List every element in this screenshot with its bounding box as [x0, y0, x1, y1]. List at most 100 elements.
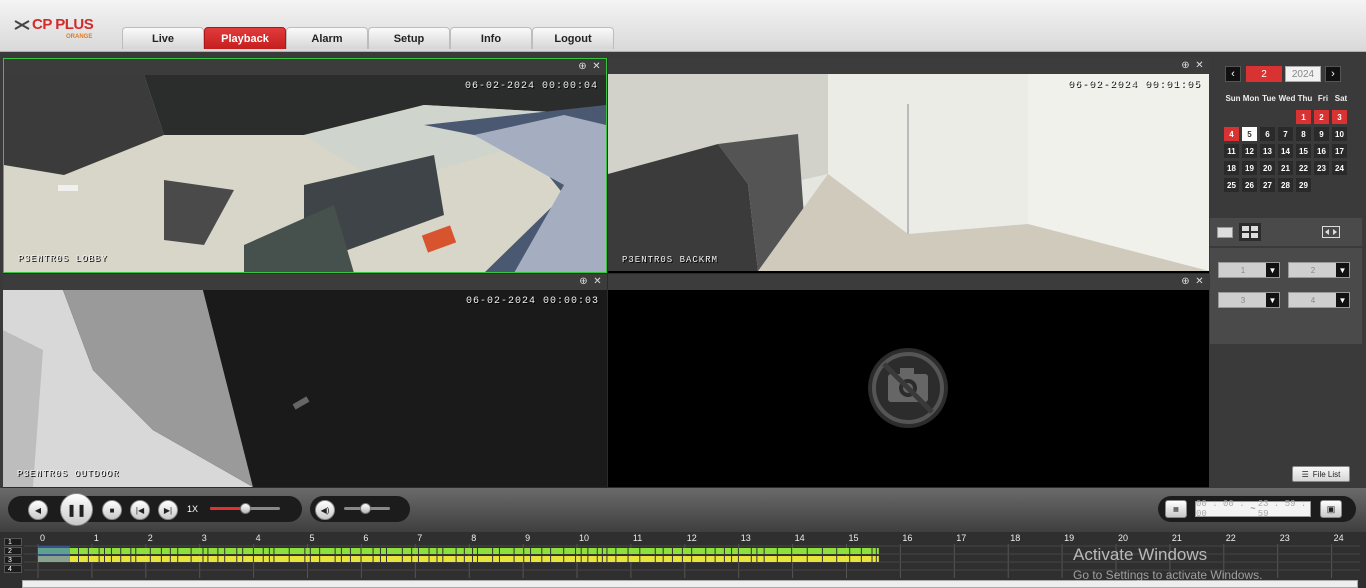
- hour-tick-label: 23: [1280, 533, 1290, 543]
- playback-controls: ◀ ❚❚ ■ |◀ ▶| 1X ◀) ▦ 00 : 00 : 00 ~ 23 :…: [0, 488, 1366, 532]
- recording-gap: [304, 548, 306, 562]
- single-view-icon[interactable]: [1214, 223, 1236, 241]
- pause-button[interactable]: ❚❚: [60, 493, 93, 526]
- channel-select-3[interactable]: 3 ▼: [1218, 292, 1280, 308]
- calendar-day[interactable]: 5: [1242, 127, 1257, 141]
- calendar-day[interactable]: 23: [1314, 161, 1329, 175]
- calendar-day[interactable]: 19: [1242, 161, 1257, 175]
- calendar-day[interactable]: 14: [1278, 144, 1293, 158]
- time-range-field[interactable]: 00 : 00 : 00 ~ 23 : 59 : 59: [1195, 499, 1311, 519]
- close-icon[interactable]: ✕: [592, 276, 603, 287]
- calendar-weekdays: Sun Mon Tue Wed Thu Fri Sat: [1224, 94, 1350, 103]
- chevron-left-icon[interactable]: ‹: [1225, 66, 1241, 82]
- calendar-day[interactable]: 9: [1314, 127, 1329, 141]
- video-pane-1[interactable]: ⊕ ✕ 06-02-2024 00:00:04 P3ENTR0S LOBBY: [3, 58, 607, 273]
- hour-tick-label: 3: [202, 533, 207, 543]
- header: CP PLUS ORANGE Live Playback Alarm Setup…: [0, 0, 1366, 52]
- quad-view-icon[interactable]: [1239, 223, 1261, 241]
- row-label: 3: [4, 556, 22, 564]
- row-label: 1: [4, 538, 22, 546]
- calendar-day[interactable]: 25: [1224, 178, 1239, 192]
- tab-live[interactable]: Live: [122, 27, 204, 49]
- recording-gap: [309, 548, 311, 562]
- fullscreen-icon[interactable]: [1320, 223, 1342, 241]
- close-icon[interactable]: ✕: [591, 61, 602, 72]
- close-icon[interactable]: ✕: [1194, 276, 1205, 287]
- file-list-button[interactable]: ☰ File List: [1292, 466, 1350, 482]
- video-pane-4[interactable]: ⊕ ✕: [608, 274, 1209, 487]
- recording-gap: [615, 548, 617, 562]
- zoom-icon[interactable]: ⊕: [578, 276, 589, 287]
- start-time[interactable]: 00 : 00 : 00: [1196, 499, 1248, 519]
- step-back-button[interactable]: |◀: [130, 500, 150, 520]
- calendar-day[interactable]: 11: [1224, 144, 1239, 158]
- zoom-icon[interactable]: ⊕: [1180, 60, 1191, 71]
- row-label: 4: [4, 565, 22, 573]
- camera-feed-outdoor: [3, 290, 607, 487]
- chevron-right-icon[interactable]: ›: [1325, 66, 1341, 82]
- hour-tick-label: 15: [849, 533, 859, 543]
- recording-gap: [476, 548, 478, 562]
- zoom-icon[interactable]: ⊕: [1180, 276, 1191, 287]
- volume-icon[interactable]: ◀): [315, 500, 335, 520]
- calendar-day[interactable]: 27: [1260, 178, 1275, 192]
- stop-button[interactable]: ■: [102, 500, 122, 520]
- tab-logout[interactable]: Logout: [532, 27, 614, 49]
- channel-select-2[interactable]: 2 ▼: [1288, 262, 1350, 278]
- recording-gap: [98, 548, 100, 562]
- calendar-day[interactable]: 26: [1242, 178, 1257, 192]
- channel-select-4[interactable]: 4 ▼: [1288, 292, 1350, 308]
- calendar-day[interactable]: 22: [1296, 161, 1311, 175]
- volume-slider[interactable]: [344, 503, 390, 514]
- close-icon[interactable]: ✕: [1194, 60, 1205, 71]
- calendar-day[interactable]: 29: [1296, 178, 1311, 192]
- calendar-day[interactable]: 7: [1278, 127, 1293, 141]
- calendar-day[interactable]: 21: [1278, 161, 1293, 175]
- calendar-day[interactable]: 17: [1332, 144, 1347, 158]
- calendar-day[interactable]: 20: [1260, 161, 1275, 175]
- calendar-year[interactable]: 2024: [1285, 66, 1321, 82]
- tab-setup[interactable]: Setup: [368, 27, 450, 49]
- hour-tick-label: 21: [1172, 533, 1182, 543]
- calendar-day[interactable]: 24: [1332, 161, 1347, 175]
- calendar-day[interactable]: 2: [1314, 110, 1329, 124]
- tab-playback[interactable]: Playback: [204, 27, 286, 49]
- hour-tick-label: 24: [1334, 533, 1344, 543]
- calendar-day[interactable]: 8: [1296, 127, 1311, 141]
- calendar-day[interactable]: 16: [1314, 144, 1329, 158]
- play-backward-button[interactable]: ◀: [28, 500, 48, 520]
- calendar-day[interactable]: 15: [1296, 144, 1311, 158]
- speed-slider-knob[interactable]: [240, 503, 251, 514]
- end-time[interactable]: 23 : 59 : 59: [1258, 499, 1310, 519]
- calendar-day[interactable]: 12: [1242, 144, 1257, 158]
- calendar-day[interactable]: 13: [1260, 144, 1275, 158]
- calendar-month[interactable]: 2: [1246, 66, 1282, 82]
- hour-tick-label: 16: [902, 533, 912, 543]
- calendar-day[interactable]: 4: [1224, 127, 1239, 141]
- video-pane-2[interactable]: ⊕ ✕ 06-02-2024 00:01:05 P3ENTR0S BACKRM: [608, 58, 1209, 273]
- tab-info[interactable]: Info: [450, 27, 532, 49]
- channel-select-1[interactable]: 1 ▼: [1218, 262, 1280, 278]
- hour-tick-label: 18: [1010, 533, 1020, 543]
- recording-gap: [135, 548, 137, 562]
- volume-slider-knob[interactable]: [359, 503, 371, 514]
- recording-gap: [401, 548, 403, 562]
- step-forward-button[interactable]: ▶|: [158, 500, 178, 520]
- calendar-day[interactable]: 3: [1332, 110, 1347, 124]
- video-pane-3[interactable]: ⊕ ✕ 06-02-2024 00:00:03 P3ENTR0S OUTDOOR: [3, 274, 607, 487]
- recording-gap: [372, 548, 374, 562]
- tab-alarm[interactable]: Alarm: [286, 27, 368, 49]
- speed-slider[interactable]: [210, 503, 280, 514]
- calendar-day[interactable]: 1: [1296, 110, 1311, 124]
- calendar-day[interactable]: 18: [1224, 161, 1239, 175]
- clip-icon[interactable]: ▦: [1165, 500, 1187, 518]
- calendar-day[interactable]: 6: [1260, 127, 1275, 141]
- calendar-day[interactable]: 28: [1278, 178, 1293, 192]
- save-icon[interactable]: ▣: [1320, 500, 1342, 518]
- weekday-label: Fri: [1317, 94, 1329, 103]
- calendar-day[interactable]: 10: [1332, 127, 1347, 141]
- pane-camera-name: P3ENTR0S BACKRM: [622, 255, 719, 265]
- channel-value: 1: [1240, 265, 1246, 275]
- recording-gap: [654, 548, 656, 562]
- zoom-icon[interactable]: ⊕: [577, 61, 588, 72]
